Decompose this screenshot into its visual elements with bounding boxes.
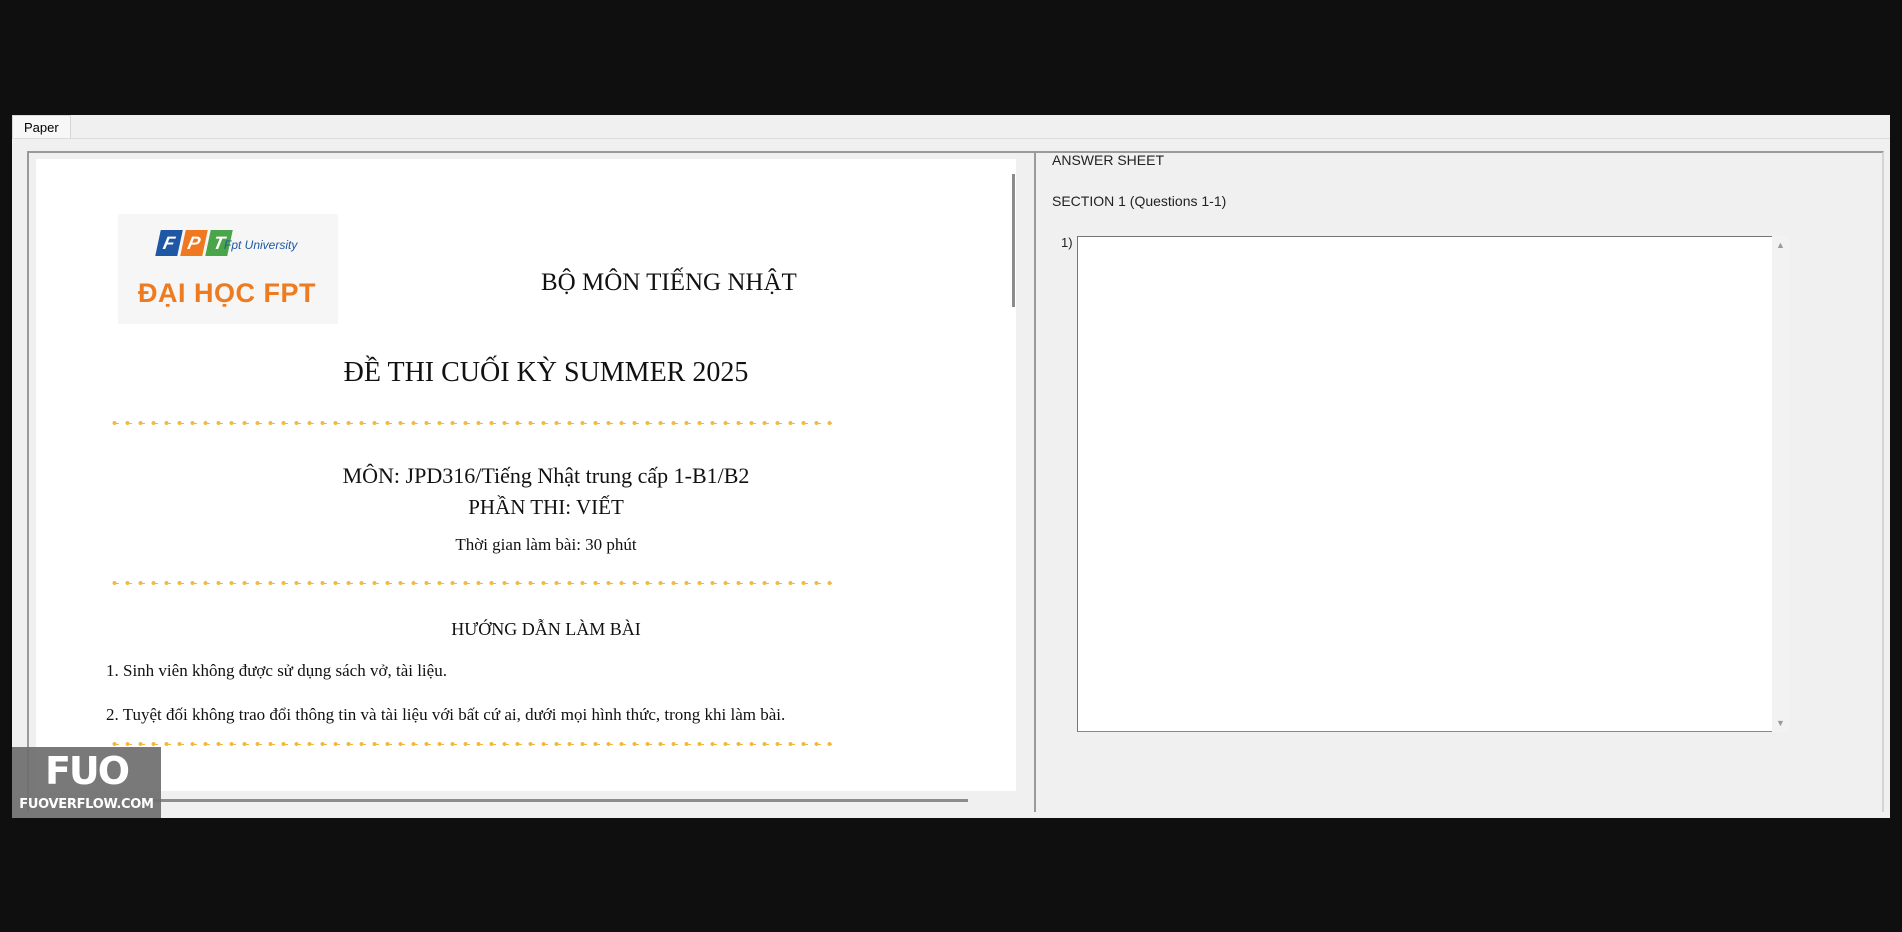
paper-horizontal-scrollbar[interactable] [140, 799, 968, 802]
answer-scrollbar[interactable] [1772, 236, 1789, 732]
paper-vertical-scrollbar[interactable] [1012, 174, 1015, 307]
tab-paper[interactable]: Paper [12, 115, 71, 139]
exam-part-line: PHẦN THI: VIẾT [468, 495, 624, 519]
answer-sheet-title: ANSWER SHEET [1052, 152, 1165, 168]
logo-name-text: ĐẠI HỌC FPT [138, 278, 316, 308]
divider [108, 421, 832, 425]
fpt-university-logo: F P T Fpt University ĐẠI HỌC FPT [118, 214, 338, 324]
department-heading: BỘ MÔN TIẾNG NHẬT [541, 269, 797, 296]
duration-line: Thời gian làm bài: 30 phút [455, 535, 637, 554]
tab-strip-border [12, 138, 1890, 139]
watermark-url: FUOVERFLOW.COM [19, 797, 154, 812]
fpt-logo-mark: F P T [155, 230, 233, 256]
instruction-rule-1: 1. Sinh viên không được sử dụng sách vở,… [106, 661, 447, 680]
instructions-heading: HƯỚNG DẪN LÀM BÀI [451, 619, 641, 639]
logo-university-text: Fpt University [224, 238, 298, 252]
scroll-down-arrow-icon[interactable]: ▼ [1772, 718, 1789, 728]
logo-letter-p: P [180, 230, 208, 256]
fuoverflow-watermark: FUO FUOVERFLOW.COM [12, 747, 161, 818]
section-label: SECTION 1 (Questions 1-1) [1052, 193, 1227, 209]
question-number: 1) [1061, 235, 1073, 250]
divider [108, 581, 832, 585]
instruction-rule-2: 2. Tuyệt đối không trao đổi thông tin và… [106, 705, 786, 724]
answer-textarea[interactable] [1077, 236, 1789, 732]
logo-letter-f: F [155, 230, 183, 256]
divider [108, 742, 832, 746]
exam-window: Paper F P T Fpt University ĐẠI HỌC FPT B… [12, 115, 1890, 818]
exam-paper-viewer[interactable]: F P T Fpt University ĐẠI HỌC FPT BỘ MÔN … [36, 159, 1016, 791]
subject-line: MÔN: JPD316/Tiếng Nhật trung cấp 1-B1/B2 [342, 463, 750, 488]
watermark-logo: FUO [44, 749, 130, 793]
scroll-up-arrow-icon[interactable]: ▲ [1772, 240, 1789, 250]
exam-title: ĐỀ THI CUỐI KỲ SUMMER 2025 [343, 357, 749, 388]
